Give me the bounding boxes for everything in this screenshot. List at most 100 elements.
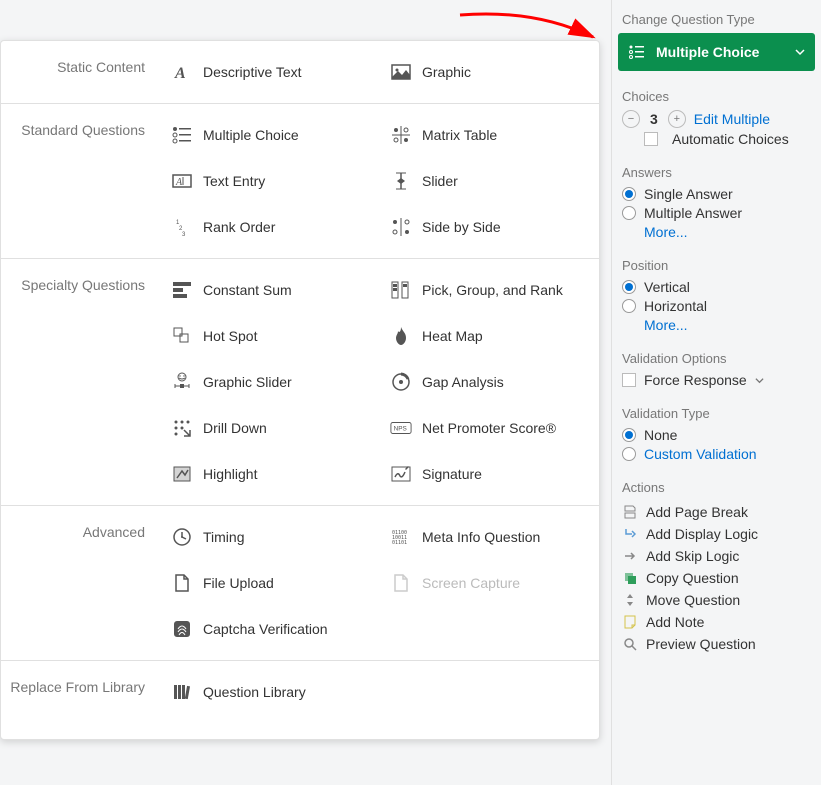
displaylogic-icon (622, 526, 638, 542)
option-gap-analysis[interactable]: Gap Analysis (380, 359, 599, 405)
clock-icon (171, 526, 193, 548)
radio-label-multiple[interactable]: Multiple Answer (644, 205, 742, 221)
option-file-upload[interactable]: File Upload (161, 560, 380, 606)
option-side-by-side[interactable]: Side by Side (380, 204, 599, 250)
automatic-choices-checkbox[interactable] (644, 132, 658, 146)
gslider-icon (171, 371, 193, 393)
option-label: Descriptive Text (203, 64, 302, 80)
option-descriptive-text[interactable]: ADescriptive Text (161, 49, 380, 95)
more-link[interactable]: More... (644, 224, 688, 240)
radio-single[interactable] (622, 187, 636, 201)
option-rank-order[interactable]: 123 Rank Order (161, 204, 380, 250)
radio-multiple[interactable] (622, 206, 636, 220)
radio-label-single[interactable]: Single Answer (644, 186, 733, 202)
option-highlight[interactable]: Highlight (161, 451, 380, 497)
option-label: Highlight (203, 466, 257, 482)
signature-icon (390, 463, 412, 485)
action-display-logic[interactable]: Add Display Logic (622, 523, 811, 545)
option-heat-map[interactable]: Heat Map (380, 313, 599, 359)
radio-vertical[interactable] (622, 280, 636, 294)
option-label: Gap Analysis (422, 374, 504, 390)
option-matrix-table[interactable]: Matrix Table (380, 112, 599, 158)
action-page-break[interactable]: Add Page Break (622, 501, 811, 523)
action-move[interactable]: Move Question (622, 589, 811, 611)
option-graphic[interactable]: Graphic (380, 49, 599, 95)
action-label: Add Display Logic (646, 526, 758, 542)
option-nps[interactable]: NPSNet Promoter Score® (380, 405, 599, 451)
choices-heading: Choices (622, 89, 811, 104)
radio-label-vertical[interactable]: Vertical (644, 279, 690, 295)
actions-heading: Actions (622, 480, 811, 495)
decrease-choices-button[interactable]: − (622, 110, 640, 128)
action-skip-logic[interactable]: Add Skip Logic (622, 545, 811, 567)
option-slider[interactable]: Slider (380, 158, 599, 204)
option-label: Constant Sum (203, 282, 292, 298)
action-label: Move Question (646, 592, 740, 608)
question-type-menu: Static ContentADescriptive TextGraphicSt… (0, 40, 600, 740)
option-label: Multiple Choice (203, 127, 299, 143)
question-settings-sidebar: Change Question Type Multiple Choice Cho… (611, 0, 821, 785)
option-question-library[interactable]: Question Library (161, 669, 380, 715)
radio-custom[interactable] (622, 447, 636, 461)
increase-choices-button[interactable]: + (668, 110, 686, 128)
edit-multiple-link[interactable]: Edit Multiple (694, 111, 770, 127)
category-label: Standard Questions (1, 104, 161, 258)
category-standard-questions: Standard Questions Multiple Choice Matrix … (1, 104, 599, 259)
option-label: Rank Order (203, 219, 275, 235)
option-label: Screen Capture (422, 575, 520, 591)
chevron-down-icon[interactable] (755, 376, 764, 385)
action-copy[interactable]: Copy Question (622, 567, 811, 589)
option-label: Graphic Slider (203, 374, 292, 390)
option-label: Signature (422, 466, 482, 482)
option-hot-spot[interactable]: Hot Spot (161, 313, 380, 359)
more-link[interactable]: More... (644, 317, 688, 333)
file-icon (390, 572, 412, 594)
library-icon (171, 681, 193, 703)
force-response-checkbox[interactable] (622, 373, 636, 387)
flame-icon (390, 325, 412, 347)
category-replace-from-library: Replace From LibraryQuestion Library (1, 661, 599, 723)
option-constant-sum[interactable]: Constant Sum (161, 267, 380, 313)
bars-icon (171, 279, 193, 301)
option-signature[interactable]: Signature (380, 451, 599, 497)
action-preview[interactable]: Preview Question (622, 633, 811, 655)
action-label: Copy Question (646, 570, 739, 586)
question-type-dropdown[interactable]: Multiple Choice (618, 33, 815, 71)
slider-icon (390, 170, 412, 192)
option-pick-group-rank[interactable]: Pick, Group, and Rank (380, 267, 599, 313)
radio-label-horizontal[interactable]: Horizontal (644, 298, 707, 314)
rank-icon: 123 (171, 216, 193, 238)
category-label: Specialty Questions (1, 259, 161, 505)
action-note[interactable]: Add Note (622, 611, 811, 633)
action-label: Add Skip Logic (646, 548, 739, 564)
validation-options-heading: Validation Options (622, 351, 811, 366)
drill-icon (171, 417, 193, 439)
option-text-entry[interactable]: A Text Entry (161, 158, 380, 204)
svg-text:01101: 01101 (392, 540, 407, 546)
pgr-icon (390, 279, 412, 301)
answers-heading: Answers (622, 165, 811, 180)
option-timing[interactable]: Timing (161, 514, 380, 560)
radio-horizontal[interactable] (622, 299, 636, 313)
gap-icon (390, 371, 412, 393)
action-label: Add Page Break (646, 504, 748, 520)
option-drill-down[interactable]: Drill Down (161, 405, 380, 451)
svg-text:NPS: NPS (394, 426, 407, 433)
option-label: Question Library (203, 684, 306, 700)
option-label: Slider (422, 173, 458, 189)
radio-label-none[interactable]: None (644, 427, 677, 443)
file-icon (171, 572, 193, 594)
radio-label-custom[interactable]: Custom Validation (644, 446, 757, 462)
option-label: Text Entry (203, 173, 265, 189)
nps-icon: NPS (390, 417, 412, 439)
automatic-choices-label: Automatic Choices (672, 131, 789, 147)
magnifier-icon (622, 636, 638, 652)
radio-none[interactable] (622, 428, 636, 442)
svg-text:A: A (175, 177, 183, 188)
fingerprint-icon (171, 618, 193, 640)
option-multiple-choice[interactable]: Multiple Choice (161, 112, 380, 158)
option-graphic-slider[interactable]: Graphic Slider (161, 359, 380, 405)
option-captcha[interactable]: Captcha Verification (161, 606, 380, 652)
category-advanced: AdvancedTiming011001001101101Meta Info Q… (1, 506, 599, 661)
option-meta-info[interactable]: 011001001101101Meta Info Question (380, 514, 599, 560)
